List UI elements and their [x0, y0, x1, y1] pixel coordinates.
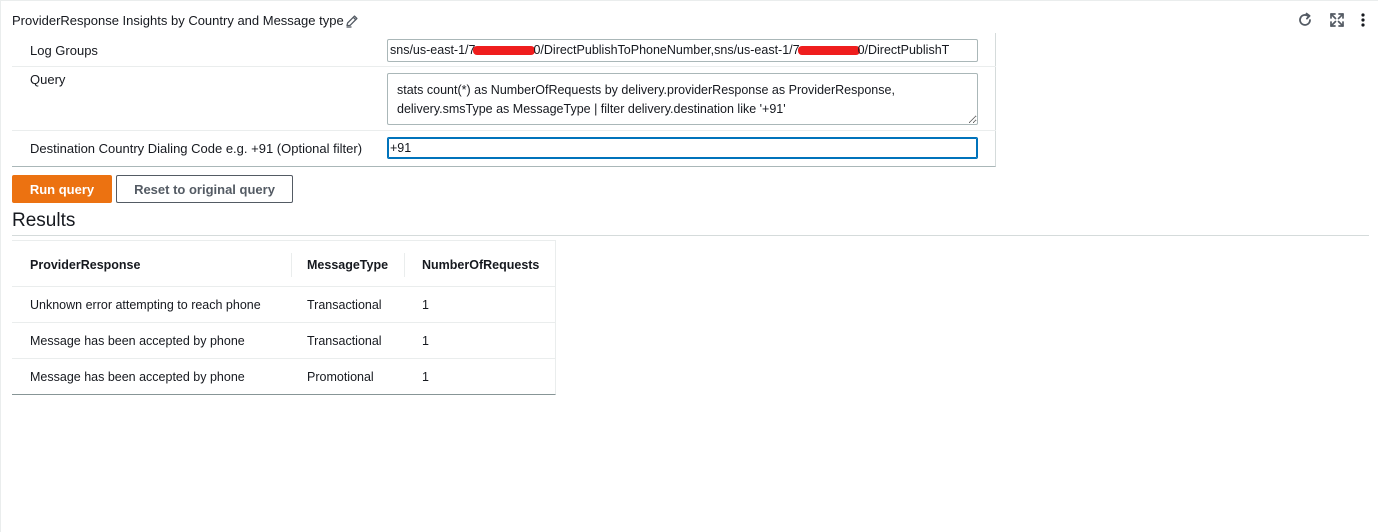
- cell-number-of-requests: 1: [422, 370, 429, 384]
- redaction-mark: [473, 46, 536, 56]
- destination-label: Destination Country Dialing Code e.g. +9…: [30, 141, 363, 156]
- reset-query-button[interactable]: Reset to original query: [116, 175, 293, 203]
- destination-row: Destination Country Dialing Code e.g. +9…: [12, 131, 996, 167]
- cell-message-type: Transactional: [307, 298, 382, 312]
- table-row: Message has been accepted by phone Trans…: [12, 322, 555, 358]
- query-row: Query stats count(*) as NumberOfRequests…: [12, 67, 996, 131]
- results-divider: [12, 235, 1369, 236]
- destination-input[interactable]: [387, 137, 978, 159]
- results-table: ProviderResponse MessageType NumberOfReq…: [12, 240, 556, 395]
- column-header-message-type[interactable]: MessageType: [307, 258, 388, 272]
- refresh-icon[interactable]: [1296, 11, 1314, 29]
- cell-message-type: Promotional: [307, 370, 374, 384]
- log-groups-value-part3: 0/DirectPublishT: [857, 43, 950, 57]
- dashboard-widget: ProviderResponse Insights by Country and…: [0, 0, 1378, 532]
- table-row: Unknown error attempting to reach phone …: [12, 286, 555, 322]
- widget-title: ProviderResponse Insights by Country and…: [12, 13, 344, 28]
- cell-provider-response: Message has been accepted by phone: [30, 334, 245, 348]
- redaction-mark: [797, 46, 860, 56]
- log-groups-value-part1: sns/us-east-1/7: [390, 43, 476, 57]
- query-label: Query: [30, 72, 66, 87]
- column-header-provider-response[interactable]: ProviderResponse: [30, 258, 140, 272]
- column-divider: [291, 253, 292, 277]
- table-row: Message has been accepted by phone Promo…: [12, 358, 555, 394]
- fullscreen-icon[interactable]: [1328, 11, 1346, 29]
- log-groups-input[interactable]: sns/us-east-1/7 0/DirectPublishToPhoneNum…: [387, 39, 978, 62]
- column-header-number-of-requests[interactable]: NumberOfRequests: [422, 258, 539, 272]
- query-form: Log Groups sns/us-east-1/7 0/DirectPublis…: [12, 33, 996, 167]
- cell-provider-response: Unknown error attempting to reach phone: [30, 298, 261, 312]
- query-textarea[interactable]: stats count(*) as NumberOfRequests by de…: [387, 73, 978, 125]
- cell-number-of-requests: 1: [422, 334, 429, 348]
- cell-provider-response: Message has been accepted by phone: [30, 370, 245, 384]
- log-groups-value-part2: 0/DirectPublishToPhoneNumber,sns/us-east…: [533, 43, 800, 57]
- log-groups-row: Log Groups sns/us-east-1/7 0/DirectPublis…: [12, 33, 996, 67]
- pencil-icon[interactable]: [344, 13, 360, 29]
- results-heading: Results: [12, 210, 76, 231]
- column-divider: [404, 253, 405, 277]
- more-vertical-icon[interactable]: [1356, 11, 1370, 29]
- run-query-button[interactable]: Run query: [12, 175, 112, 203]
- cell-message-type: Transactional: [307, 334, 382, 348]
- log-groups-label: Log Groups: [30, 43, 98, 58]
- widget-header: ProviderResponse Insights by Country and…: [1, 0, 1378, 36]
- cell-number-of-requests: 1: [422, 298, 429, 312]
